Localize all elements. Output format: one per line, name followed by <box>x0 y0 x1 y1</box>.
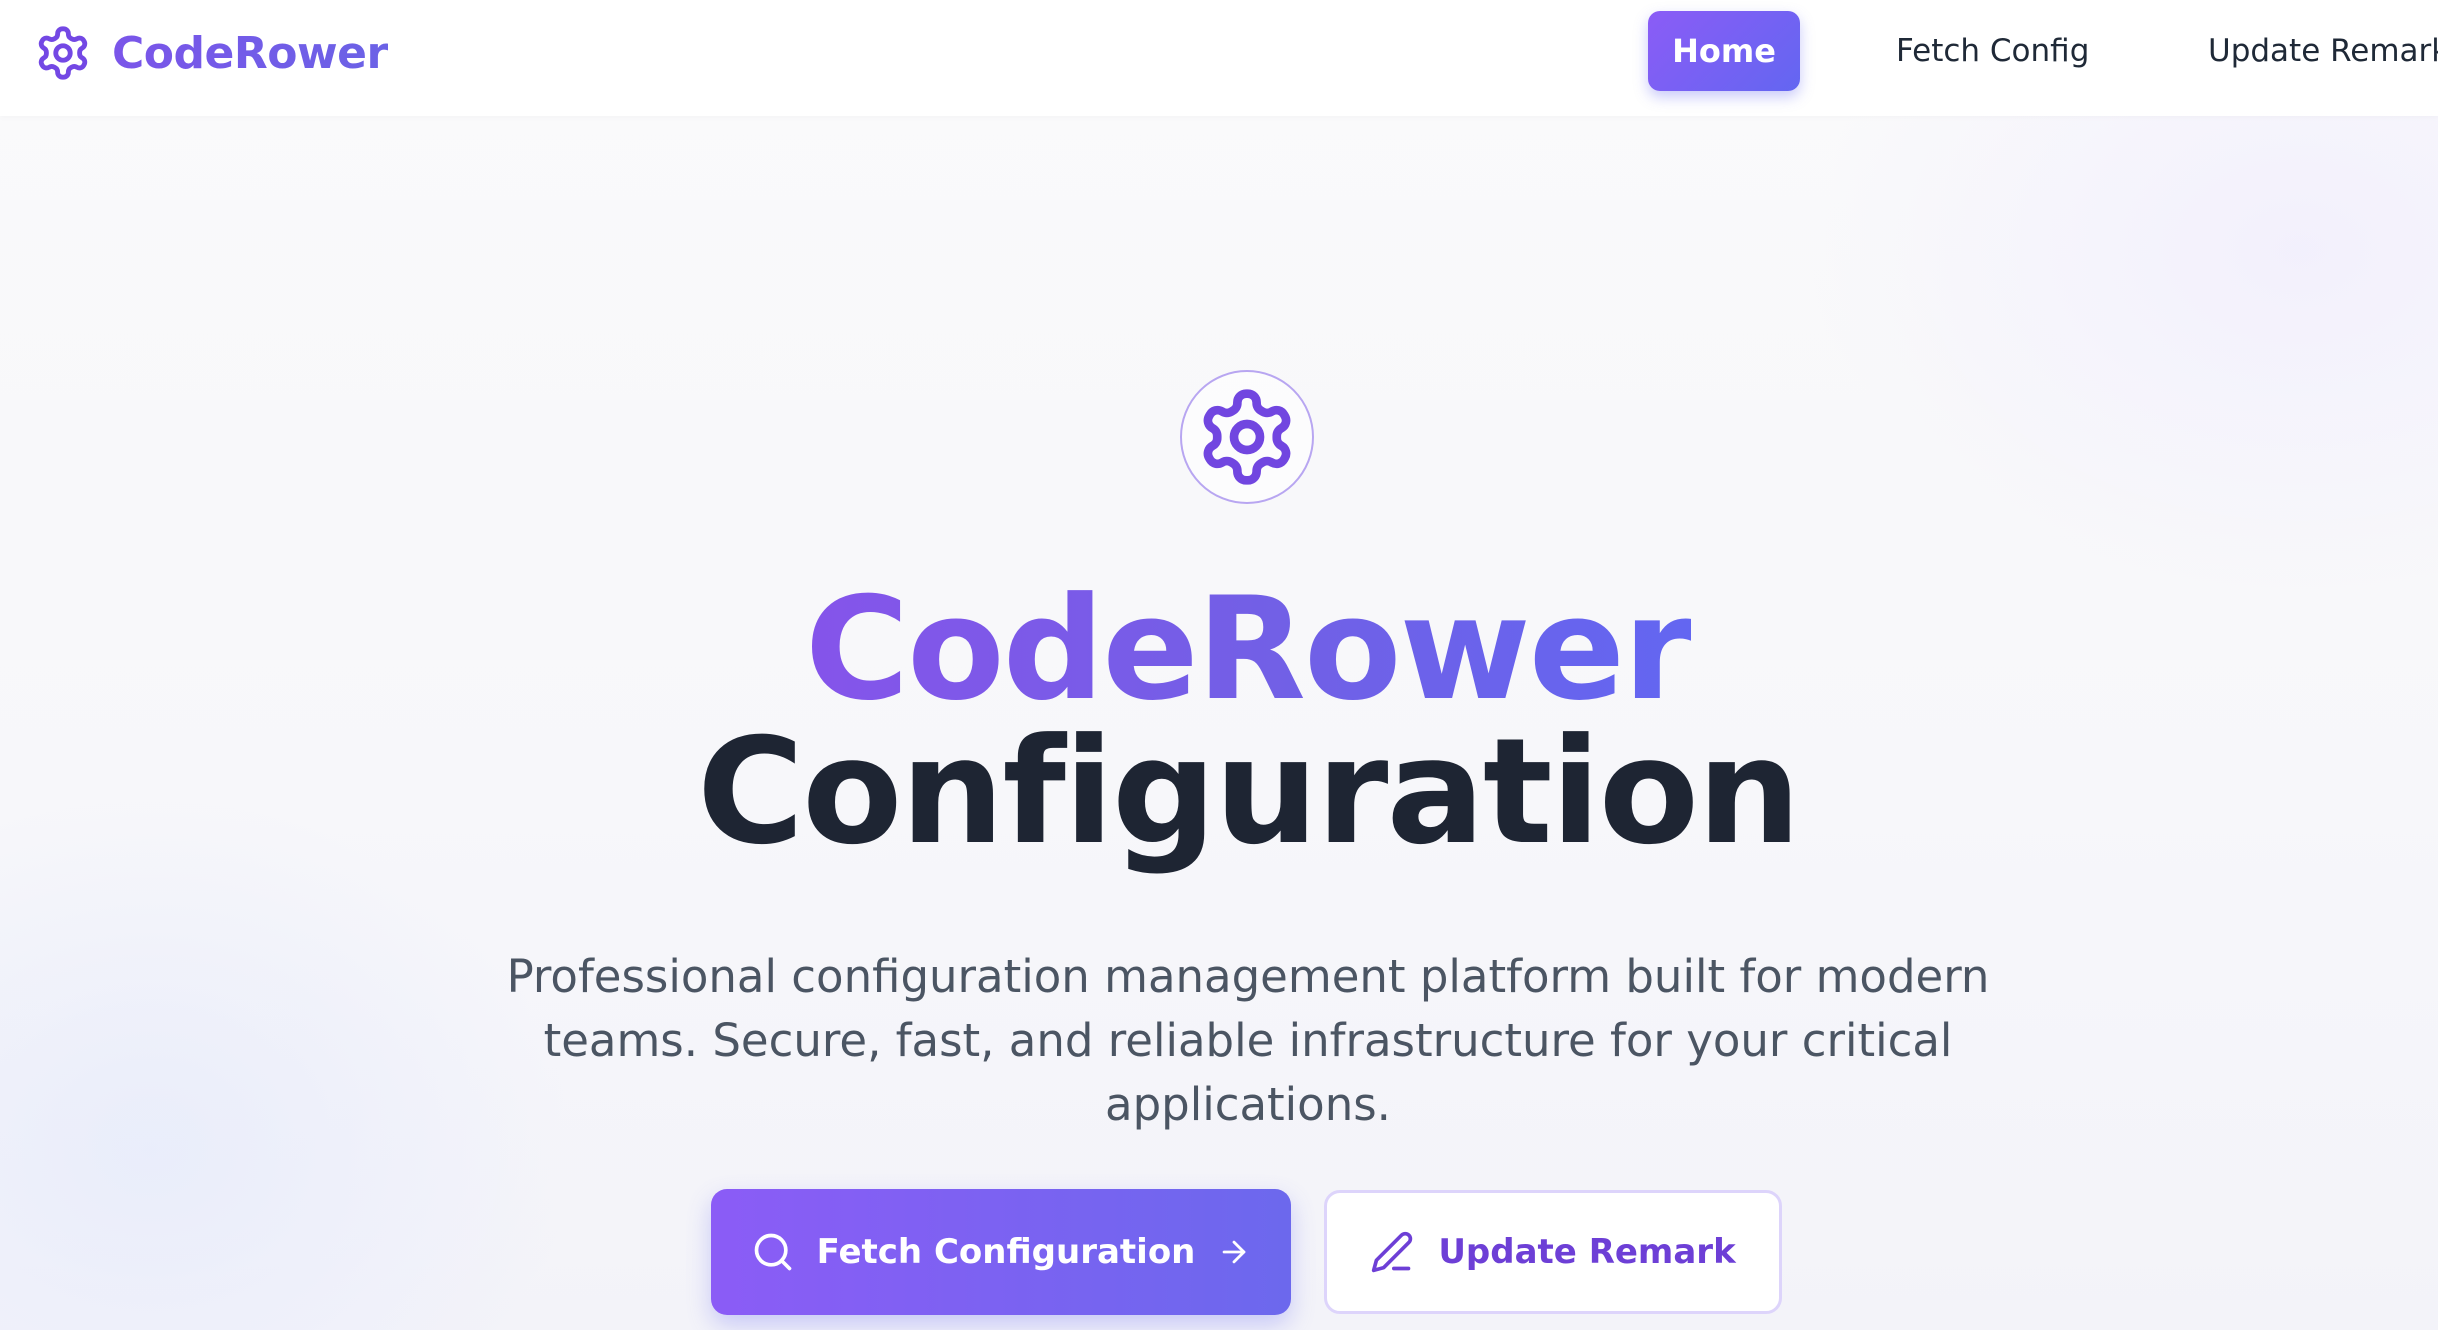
nav-update-remark-link[interactable]: Update Remark <box>2208 11 2438 91</box>
hero-subtitle: Professional configuration management pl… <box>506 950 1990 1131</box>
fetch-configuration-button[interactable]: Fetch Configuration <box>711 1189 1291 1315</box>
hero-title-brand: CodeRower <box>0 570 2438 730</box>
top-nav-bar: CodeRower Home Fetch Config Update Remar… <box>0 0 2438 116</box>
nav-fetch-config-link[interactable]: Fetch Config <box>1896 11 2089 91</box>
update-remark-label: Update Remark <box>1438 1232 1736 1272</box>
pencil-icon <box>1370 1230 1414 1274</box>
nav-home-link[interactable]: Home <box>1648 11 1800 91</box>
hero-title-line1: CodeRower <box>804 567 1693 732</box>
hero-title-line2: Configuration <box>696 707 1801 877</box>
hero-badge <box>1180 370 1314 504</box>
gear-icon <box>1195 385 1299 489</box>
gear-icon <box>34 24 92 82</box>
search-icon <box>751 1230 795 1274</box>
brand-name: CodeRower <box>112 27 388 79</box>
brand-logo[interactable]: CodeRower <box>34 22 388 84</box>
arrow-right-icon <box>1217 1235 1251 1269</box>
update-remark-button[interactable]: Update Remark <box>1324 1190 1782 1314</box>
fetch-configuration-label: Fetch Configuration <box>816 1232 1196 1272</box>
